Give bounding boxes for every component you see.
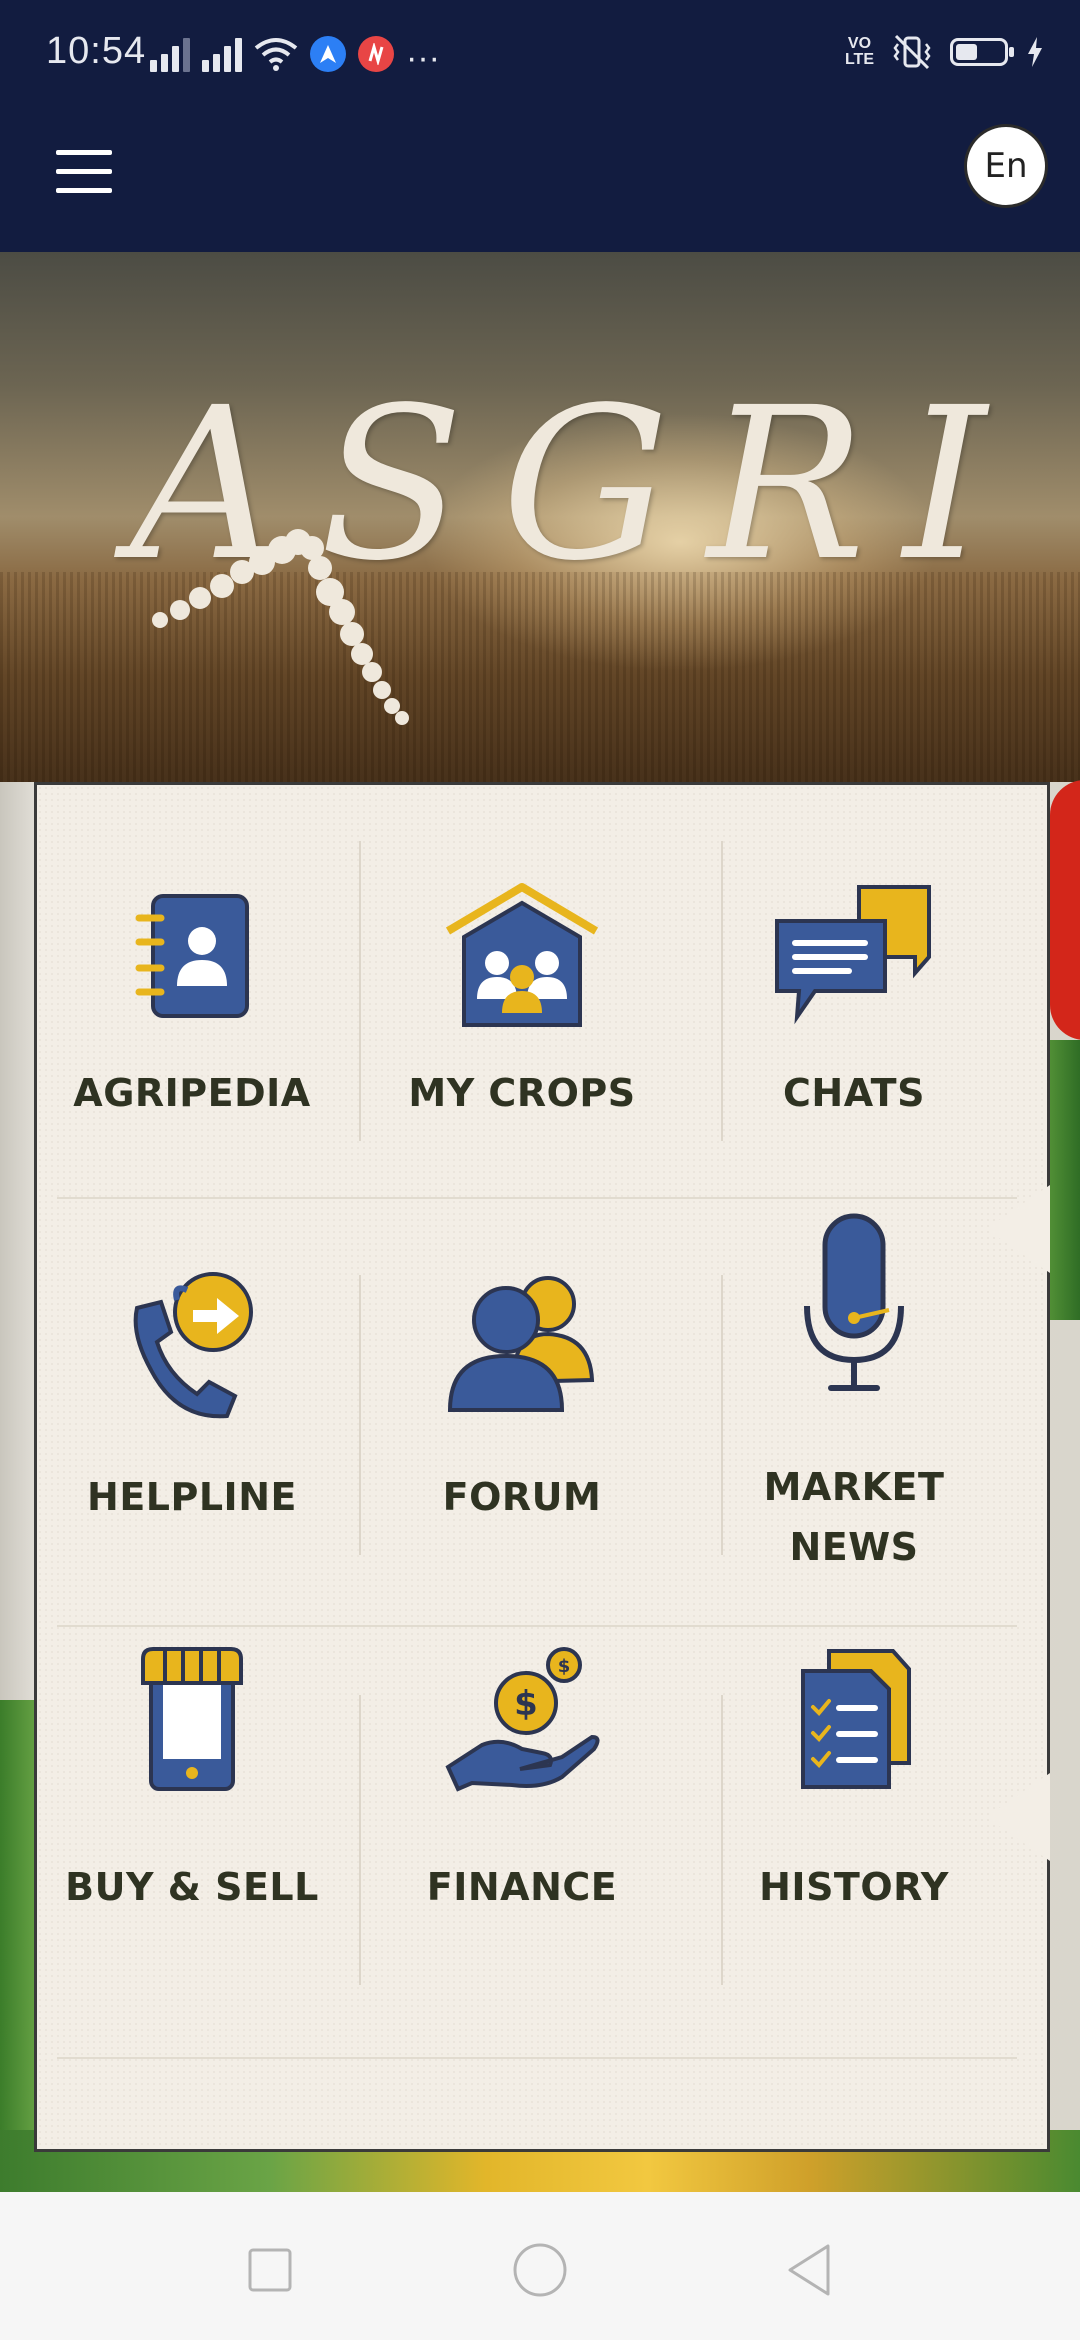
menu-item-label: HISTORY <box>759 1865 949 1909</box>
menu-hamburger-icon[interactable] <box>56 150 112 198</box>
users-icon <box>437 1255 607 1425</box>
status-bar: 10:54 ··· VO LTE <box>0 0 1080 110</box>
menu-item-history[interactable]: HISTORY <box>689 1635 1019 1917</box>
menu-item-label: HELPLINE <box>87 1475 297 1519</box>
menu-item-label: FORUM <box>442 1475 602 1519</box>
phone-helpline-icon <box>107 1255 277 1425</box>
back-icon[interactable] <box>780 2240 840 2300</box>
contact-book-icon <box>107 871 277 1041</box>
svg-text:$: $ <box>558 1656 571 1677</box>
menu-item-label: MARKET NEWS <box>763 1465 945 1569</box>
farm-house-icon <box>437 871 607 1041</box>
navigation-app-icon <box>310 36 346 72</box>
microphone-icon <box>769 1205 939 1405</box>
battery-icon <box>950 38 1014 66</box>
menu-item-label: CHATS <box>783 1071 925 1115</box>
menu-item-finance[interactable]: $ $ FINANCE <box>357 1635 687 1917</box>
menu-item-agripedia[interactable]: AGRIPEDIA <box>27 871 357 1123</box>
hero-banner: ASGRI <box>0 252 1080 782</box>
volte-icon: VO LTE <box>844 35 874 68</box>
status-right-icons: VO LTE <box>845 34 1044 70</box>
signal-2-icon <box>202 38 242 72</box>
menu-panel: AGRIPEDIA MY CROPS CHATS HELPLINE FORUM … <box>34 782 1050 2152</box>
vibrate-icon <box>893 34 931 70</box>
menu-item-helpline[interactable]: HELPLINE <box>27 1255 357 1527</box>
mobile-shop-icon <box>107 1635 277 1805</box>
wifi-icon <box>254 38 298 71</box>
money-hand-icon: $ $ <box>437 1635 607 1805</box>
wheat-sprig-icon <box>152 529 409 725</box>
charging-icon <box>1028 37 1042 67</box>
menu-item-forum[interactable]: FORUM <box>357 1255 687 1527</box>
menu-item-chats[interactable]: CHATS <box>689 871 1019 1123</box>
menu-item-label: AGRIPEDIA <box>73 1071 311 1115</box>
signal-1-icon <box>150 38 190 72</box>
menu-item-label: BUY & SELL <box>65 1865 319 1909</box>
status-time: 10:54 <box>46 30 147 72</box>
checklist-icon <box>769 1635 939 1805</box>
menu-item-label: MY CROPS <box>408 1071 636 1115</box>
notification-app-icon <box>358 36 394 72</box>
status-more-icon: ··· <box>406 39 440 77</box>
home-icon[interactable] <box>510 2240 570 2300</box>
svg-text:$: $ <box>514 1684 538 1724</box>
menu-item-my-crops[interactable]: MY CROPS <box>357 871 687 1123</box>
recent-apps-icon[interactable] <box>240 2240 300 2300</box>
system-nav-bar <box>0 2192 1080 2340</box>
menu-item-market-news[interactable]: MARKET NEWS <box>689 1205 1019 1577</box>
menu-item-buy-sell[interactable]: BUY & SELL <box>27 1635 357 1917</box>
chat-bubbles-icon <box>769 871 939 1041</box>
status-left-icons: ··· <box>150 32 440 77</box>
tomato-image <box>1050 780 1080 1040</box>
app-header: En <box>0 110 1080 252</box>
menu-item-label: FINANCE <box>426 1865 618 1909</box>
language-button[interactable]: En <box>964 124 1048 208</box>
